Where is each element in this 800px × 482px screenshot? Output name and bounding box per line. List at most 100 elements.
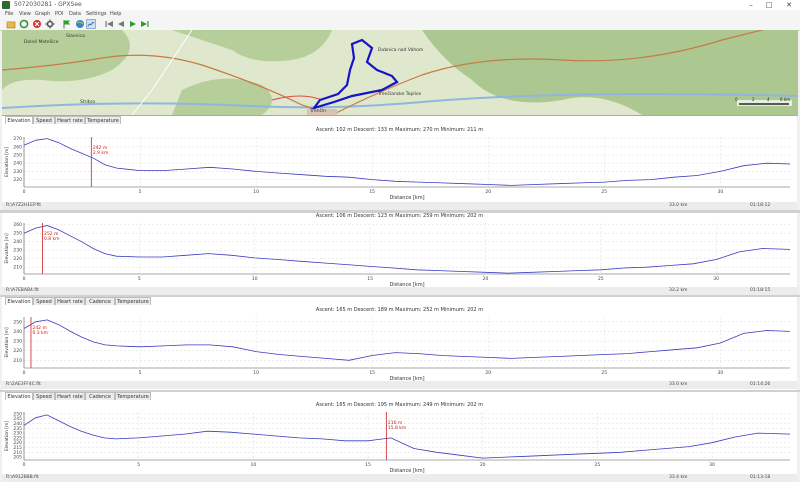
tab-temperature[interactable]: Temperature	[85, 116, 121, 124]
total-time: 01:18:15	[750, 288, 771, 293]
total-time: 01:13:18	[750, 475, 771, 480]
x-tick-label: 30	[713, 276, 719, 282]
graph-footer: R:\A7EBAB4.fit 33.2 km 01:18:15	[2, 287, 797, 295]
tab-heart-rate[interactable]: Heart rate	[55, 116, 85, 124]
x-tick-label: 25	[598, 276, 604, 282]
y-tick-label: 205	[13, 455, 22, 461]
graph-panel-4: Elevation Speed Heart rate Cadence Tempe…	[2, 392, 797, 482]
map-label: Slavnica	[66, 34, 85, 39]
tab-elevation[interactable]: Elevation	[5, 116, 33, 124]
elevation-graph[interactable]: 2602502402302202100 5 10 15 20 25 30Distance […	[2, 220, 797, 287]
tab-speed[interactable]: Speed	[33, 116, 55, 124]
tab-temperature[interactable]: Temperature	[115, 297, 151, 305]
menu-data[interactable]: Data	[69, 10, 81, 18]
y-tick-label: 210	[13, 358, 22, 364]
tab-speed[interactable]: Speed	[33, 297, 55, 305]
file-path: R:\A912B8B.fit	[6, 475, 39, 480]
tab-speed[interactable]: Speed	[33, 392, 55, 400]
elevation-graph[interactable]: 2502402302202100 5 10 15 20 25 30Distance [km]…	[2, 314, 797, 381]
close-file-icon[interactable]	[32, 19, 42, 29]
file-path: R:\A7EBAB4.fit	[6, 288, 39, 293]
x-tick-label: 0	[23, 370, 26, 376]
next-icon[interactable]	[128, 19, 138, 29]
graph-footer: R:\A7Z2H1EP.fit 33.0 km 01:18:12	[2, 202, 797, 210]
menu-graph[interactable]: Graph	[35, 10, 50, 18]
maximize-button[interactable]: □	[762, 0, 776, 10]
menu-file[interactable]: File	[5, 10, 13, 18]
elevation-line	[23, 225, 791, 274]
marker-distance-label: 0.8 km	[44, 236, 60, 242]
graph-stats: Ascent: 165 m Descent: 195 m Maximum: 24…	[315, 402, 484, 408]
graph-stats: Ascent: 102 m Descent: 133 m Maximum: 27…	[315, 127, 484, 133]
x-tick-label: 25	[601, 370, 607, 376]
menu-settings[interactable]: Settings	[86, 10, 107, 18]
map-label: Dubnica nad Váhom	[378, 48, 424, 53]
y-tick-label: 230	[13, 169, 22, 175]
menu-view[interactable]: View	[19, 10, 31, 18]
menu-help[interactable]: Help	[110, 10, 121, 18]
y-tick-label: 250	[13, 153, 22, 159]
y-tick-label: 220	[13, 348, 22, 354]
graph-panel-2: Ascent: 106 m Descent: 123 m Maximum: 25…	[2, 213, 797, 295]
elevation-graph[interactable]: 270 260 250 240 230 2200 5 10 15 20 25 30 Distance […	[2, 134, 797, 200]
file-path: R:\2AE3FF4C.fit	[6, 382, 41, 387]
first-icon[interactable]	[104, 19, 114, 29]
elevation-line	[23, 319, 791, 361]
close-button[interactable]: ✕	[782, 0, 796, 10]
y-tick-label: 220	[13, 256, 22, 262]
map-view[interactable]: Dolné Motešice Slavnica Dubnica nad Váho…	[2, 30, 798, 116]
x-tick-label: 30	[717, 189, 723, 195]
file-path: R:\A7Z2H1EP.fit	[6, 203, 42, 208]
tab-heart-rate[interactable]: Heart rate	[55, 392, 85, 400]
menu-poi[interactable]: POI	[55, 10, 63, 18]
total-distance: 33.0 km	[669, 382, 688, 387]
y-tick-label: 220	[13, 177, 22, 183]
graph-stats: Ascent: 106 m Descent: 123 m Maximum: 25…	[315, 213, 484, 219]
x-tick-label: 20	[485, 189, 491, 195]
elevation-graph[interactable]: 2502452402352302252202152102050 5 10 15 20 25…	[2, 409, 797, 473]
y-tick-label: 260	[13, 222, 22, 228]
open-icon[interactable]	[6, 19, 16, 29]
flag-icon[interactable]	[62, 19, 72, 29]
total-distance: 33.0 km	[669, 203, 688, 208]
x-tick-label: 30	[709, 462, 715, 468]
y-tick-label: 230	[13, 248, 22, 254]
prev-icon[interactable]	[116, 19, 126, 29]
marker-distance-label: 2.9 km	[93, 150, 109, 156]
tab-cadence[interactable]: Cadence	[85, 297, 115, 305]
tab-elevation[interactable]: Elevation	[5, 297, 33, 305]
marker-distance-label: 0.3 km	[32, 330, 48, 336]
total-distance: 33.4 km	[669, 475, 688, 480]
tab-temperature[interactable]: Temperature	[115, 392, 151, 400]
y-tick-label: 240	[13, 329, 22, 335]
map-icon[interactable]	[75, 19, 85, 29]
x-tick-label: 5	[138, 276, 141, 282]
graph-panel-1: Elevation Speed Heart rate Temperature A…	[2, 116, 797, 210]
x-tick-label: 10	[250, 462, 256, 468]
last-icon[interactable]	[140, 19, 150, 29]
tab-elevation[interactable]: Elevation	[5, 392, 33, 400]
y-tick-label: 210	[13, 265, 22, 271]
elevation-line	[23, 138, 791, 186]
y-tick-label: 250	[13, 319, 22, 325]
map-label: Stribro	[80, 100, 96, 105]
tab-cadence[interactable]: Cadence	[85, 392, 115, 400]
tab-heart-rate[interactable]: Heart rate	[55, 297, 85, 305]
x-tick-label: 15	[369, 370, 375, 376]
scale-tick: 0	[735, 97, 738, 102]
total-distance: 33.2 km	[669, 288, 688, 293]
x-tick-label: 20	[483, 276, 489, 282]
x-axis-label: Distance [km]	[389, 195, 424, 200]
minimize-button[interactable]: –	[744, 0, 758, 10]
x-tick-label: 30	[717, 370, 723, 376]
graph-icon[interactable]	[86, 19, 96, 29]
settings-icon[interactable]	[45, 19, 55, 29]
x-tick-label: 10	[253, 189, 259, 195]
x-tick-label: 25	[594, 462, 600, 468]
map-canvas[interactable]	[2, 30, 798, 115]
y-tick-label: 260	[13, 144, 22, 150]
x-tick-label: 5	[137, 462, 140, 468]
y-tick-label: 240	[13, 161, 22, 167]
x-tick-label: 25	[601, 189, 607, 195]
reload-icon[interactable]	[19, 19, 29, 29]
